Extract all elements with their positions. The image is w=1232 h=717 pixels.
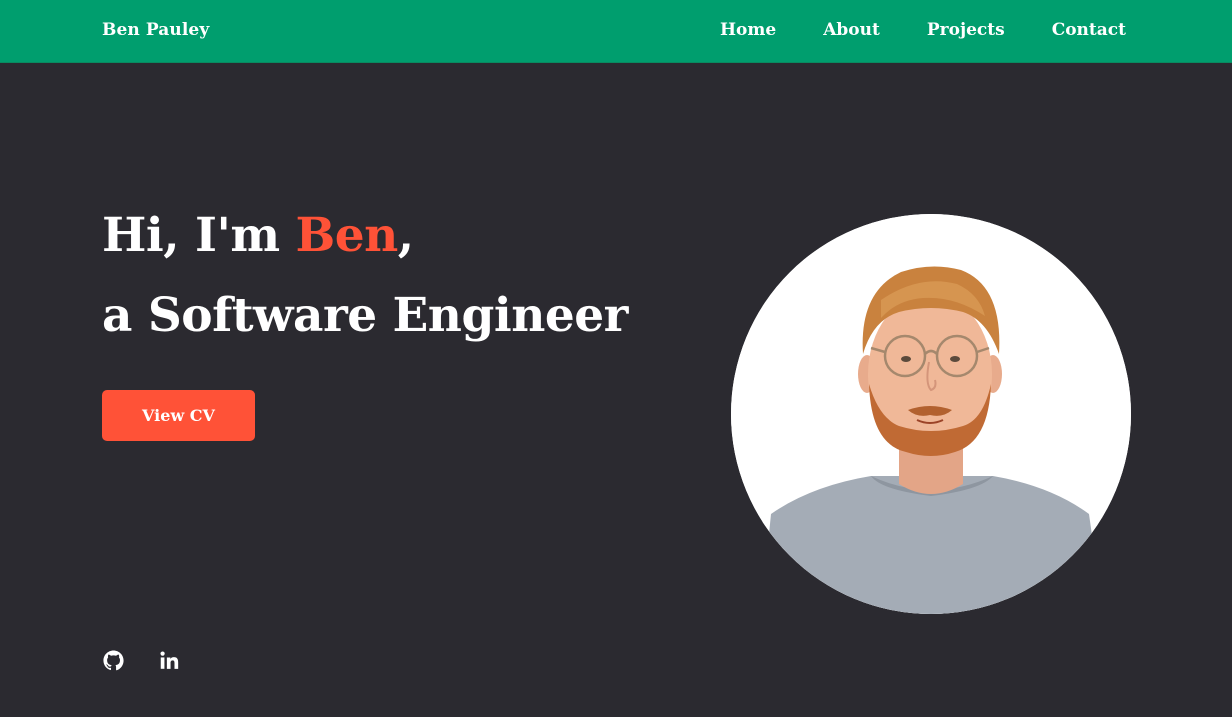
hero-heading: Hi, I'm Ben, a Software Engineer [102, 196, 628, 356]
view-cv-button[interactable]: View CV [102, 390, 255, 441]
nav-link-contact[interactable]: Contact [1052, 20, 1126, 40]
hero-tagline: a Software Engineer [102, 288, 628, 343]
greeting-prefix: Hi, I'm [102, 208, 296, 263]
brand-logo-link[interactable]: Ben Pauley [102, 20, 209, 40]
profile-photo [731, 214, 1131, 614]
hero-section: Hi, I'm Ben, a Software Engineer View CV [0, 63, 1232, 717]
github-icon[interactable] [103, 650, 124, 671]
nav-link-home[interactable]: Home [720, 20, 776, 40]
linkedin-icon[interactable] [159, 650, 180, 671]
navbar: Ben Pauley Home About Projects Contact [0, 0, 1232, 63]
hero-name: Ben [295, 208, 398, 263]
profile-photo-illustration [731, 214, 1131, 614]
nav-links: Home About Projects Contact [720, 20, 1126, 40]
social-links [103, 650, 180, 671]
nav-link-about[interactable]: About [823, 20, 880, 40]
nav-link-projects[interactable]: Projects [927, 20, 1005, 40]
greeting-suffix: , [397, 208, 414, 263]
